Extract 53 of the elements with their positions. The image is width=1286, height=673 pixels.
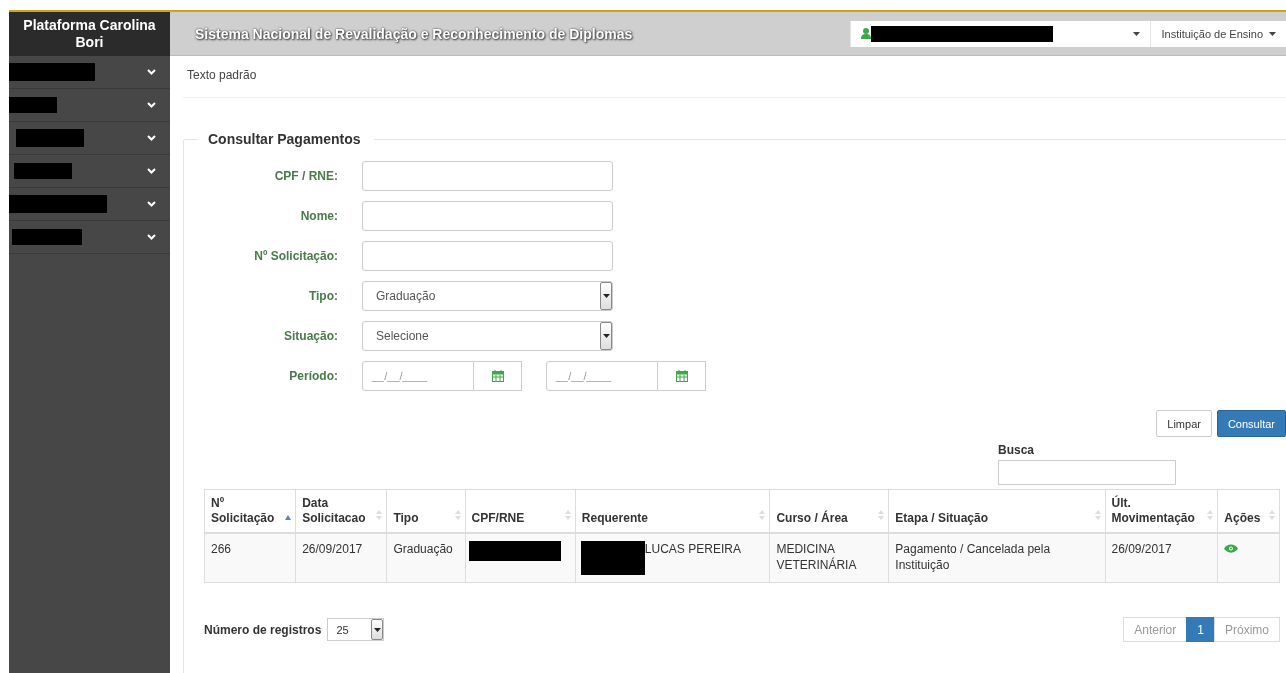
table-cell-text: LUCAS PEREIRA — [644, 541, 741, 558]
calendar-icon — [675, 370, 688, 382]
field-label: Nome: — [299, 209, 339, 223]
caret-icon — [1133, 31, 1141, 36]
select-field[interactable]: Graduação — [362, 281, 613, 311]
redaction-bar — [580, 541, 645, 575]
table-cell: Graduação — [386, 533, 466, 583]
calendar-button[interactable] — [658, 361, 706, 391]
calendar-button[interactable] — [474, 361, 522, 391]
platform-title: Plataforma Carolina Bori — [9, 12, 170, 56]
redaction-bar — [16, 129, 84, 147]
user-menu[interactable] — [850, 20, 1151, 47]
redaction-bar — [14, 163, 72, 179]
input-field[interactable] — [362, 241, 613, 271]
breadcrumb: Texto padrão — [183, 56, 1286, 98]
system-title: Sistema Nacional de Revalidação e Reconhecimento de Diplomas — [195, 25, 633, 42]
field-label: Nº Solicitação: — [253, 249, 339, 263]
table-cell: 266 — [204, 533, 296, 583]
chevron-icon — [147, 69, 156, 75]
table-cell: MEDICINA VETERINÁRIA — [769, 533, 889, 583]
chevron-icon — [147, 201, 156, 207]
field-label: Período: — [288, 369, 339, 383]
calendar-icon — [491, 370, 504, 382]
redaction-bar — [9, 97, 57, 113]
consult-button[interactable]: Consultar — [1216, 410, 1286, 437]
page-size-select[interactable]: 25 — [327, 618, 385, 641]
table-cell: 26/09/2017 — [295, 533, 387, 583]
page-size-label: Número de registros — [204, 622, 322, 637]
eye-icon[interactable] — [1224, 544, 1239, 553]
form-legend: Consultar Pagamentos — [198, 131, 375, 147]
table-cell: 26/09/2017 — [1105, 533, 1218, 583]
field-label: Tipo: — [307, 289, 339, 303]
caret-icon — [1269, 31, 1276, 36]
redaction-bar — [12, 229, 82, 245]
caret-icon — [602, 334, 610, 338]
table-cell: Pagamento / Cancelada pela Instituição — [888, 533, 1105, 583]
chevron-icon — [147, 135, 156, 141]
pagination-button[interactable]: 1 — [1186, 617, 1215, 642]
chevron-icon — [147, 234, 156, 240]
field-label: Situação: — [283, 329, 339, 343]
field-label: CPF / RNE: — [273, 169, 339, 183]
input-field[interactable] — [362, 201, 613, 231]
chevron-icon — [147, 102, 156, 108]
input-field[interactable] — [362, 161, 613, 191]
clear-button[interactable]: Limpar — [1156, 410, 1212, 437]
caret-icon — [602, 294, 610, 298]
caret-icon — [373, 627, 381, 632]
search-label: Busca — [998, 443, 1036, 457]
chevron-icon — [147, 168, 156, 174]
select-field[interactable]: Selecione — [362, 321, 613, 351]
search-field[interactable] — [998, 460, 1176, 485]
institution-menu[interactable]: Instituição de Ensino — [1150, 20, 1286, 47]
user-icon — [861, 28, 872, 39]
